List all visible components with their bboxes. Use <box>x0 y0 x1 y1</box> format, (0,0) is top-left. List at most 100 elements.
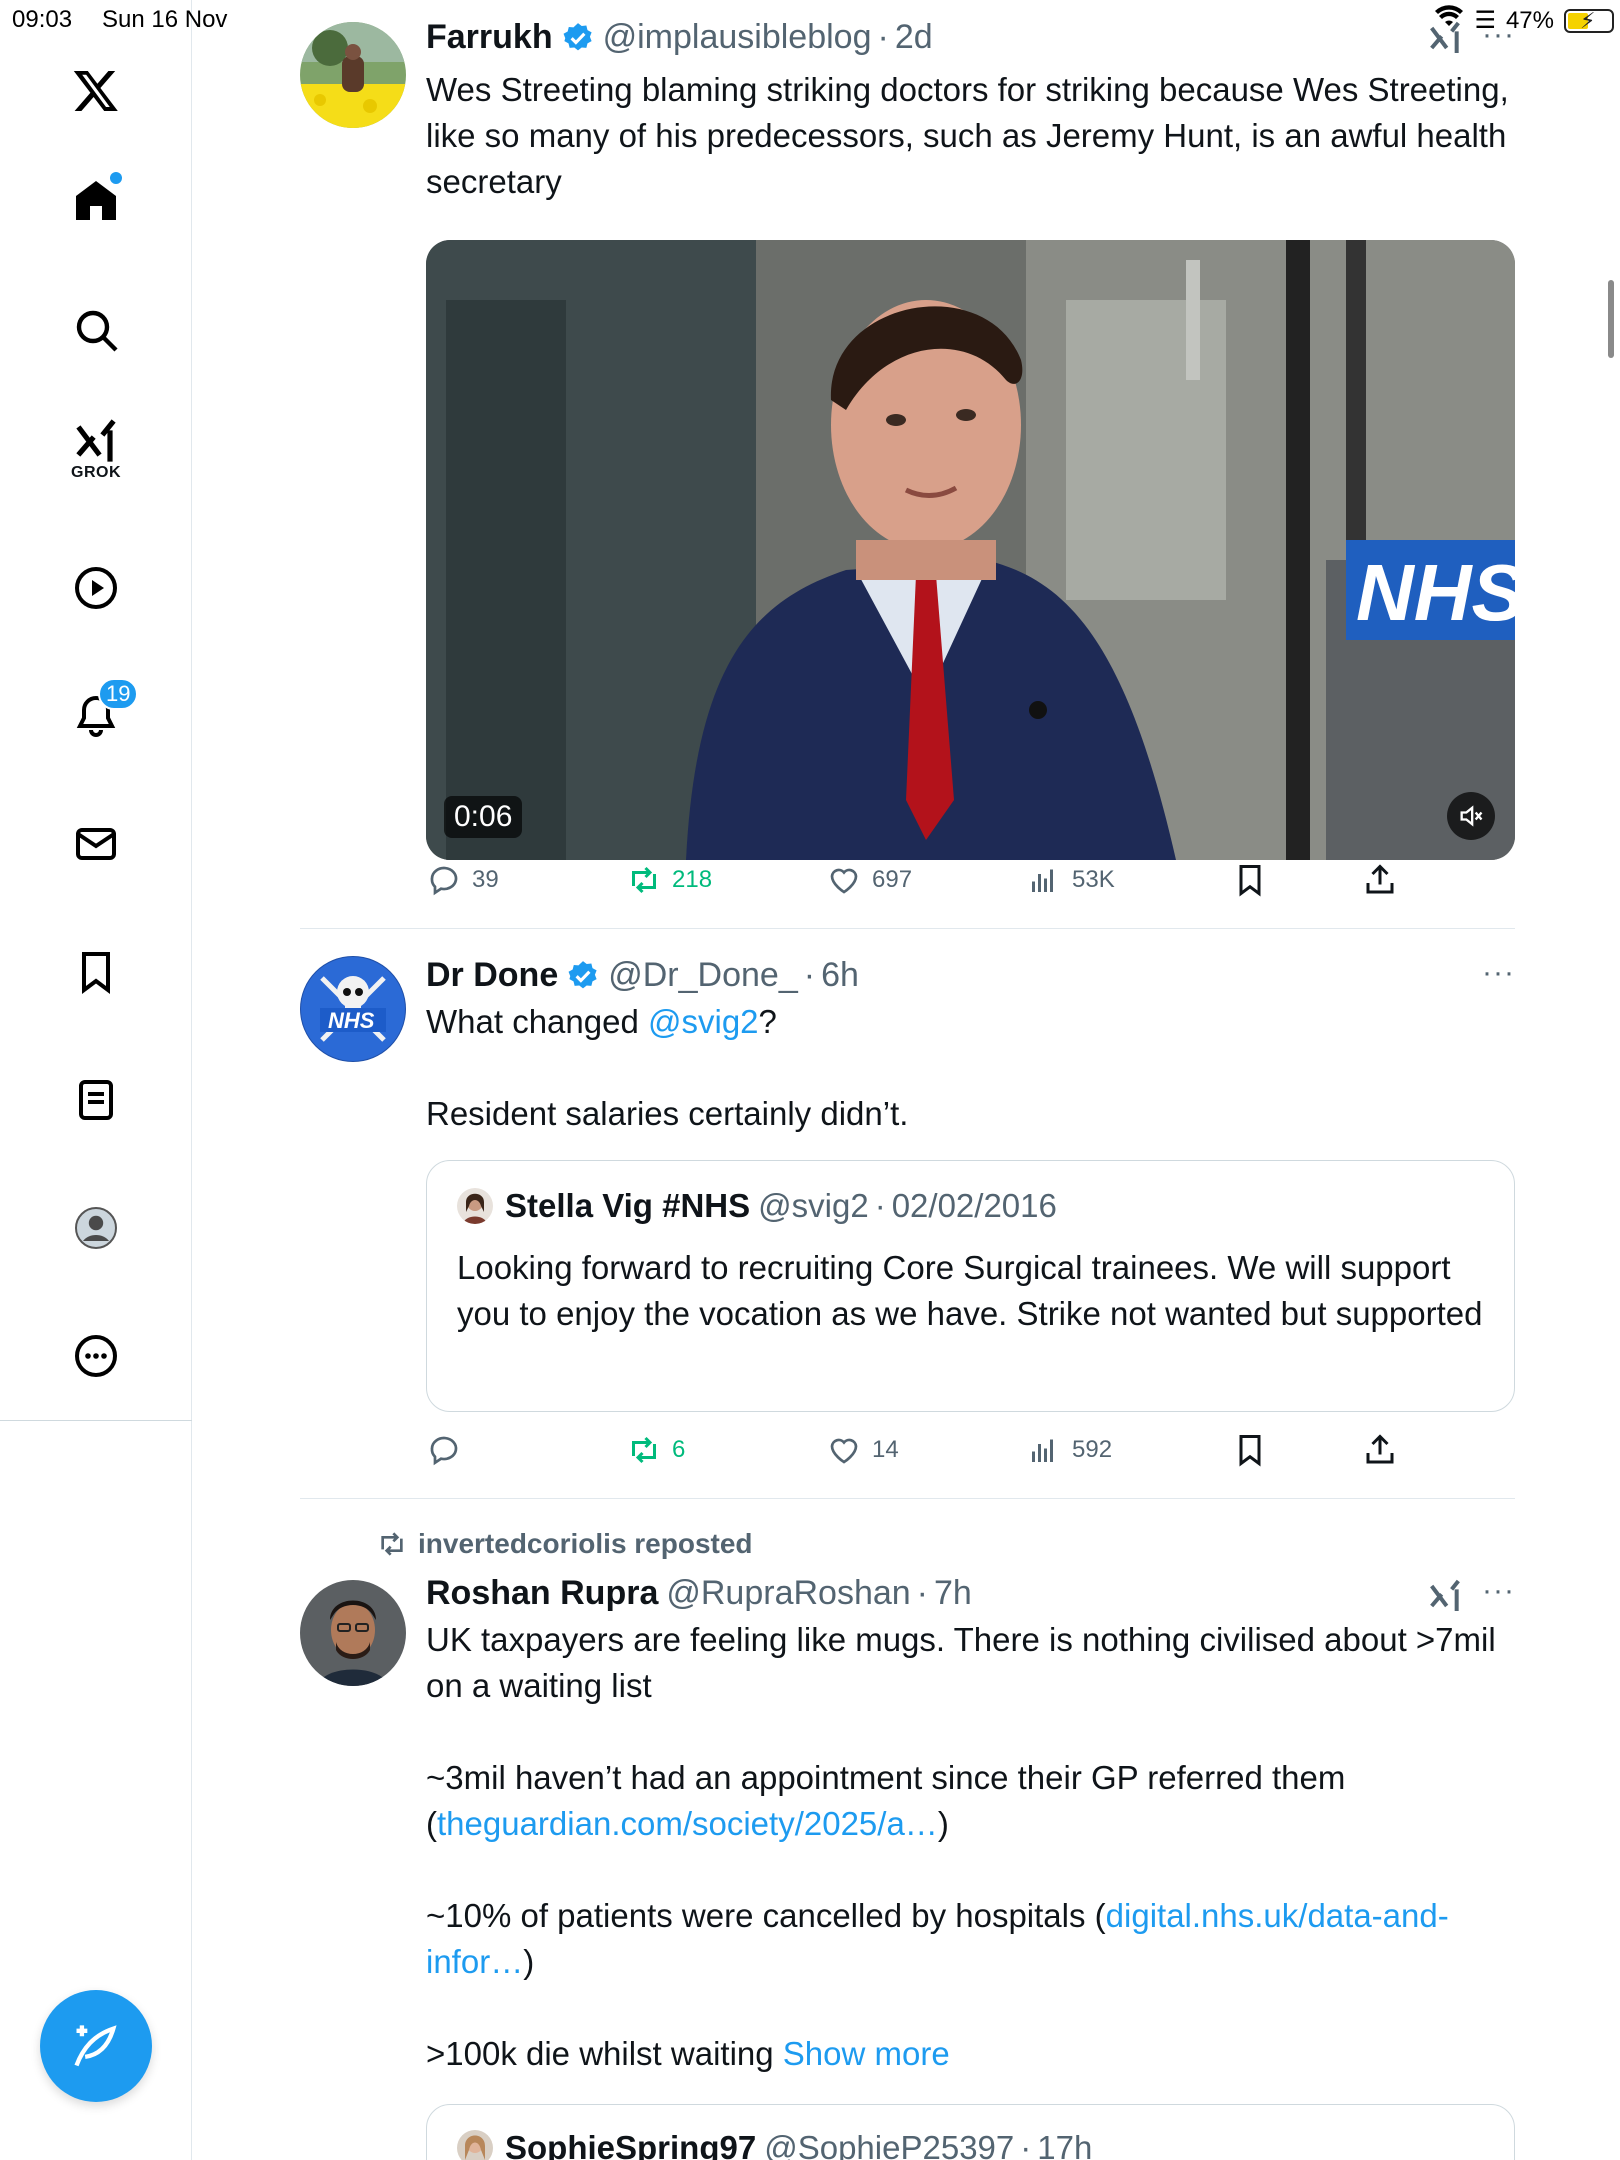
tweet-paragraph-1: UK taxpayers are feeling like mugs. Ther… <box>426 1621 1496 1704</box>
heart-icon <box>830 1438 858 1464</box>
bookmark-button[interactable] <box>1232 1432 1268 1468</box>
status-time: 09:03 <box>12 6 73 33</box>
x-logo-icon[interactable] <box>56 50 136 130</box>
repost-button[interactable]: 6 <box>626 1432 685 1468</box>
sidebar-item-more[interactable] <box>56 1316 136 1396</box>
quote-author-handle[interactable]: @SophieP25397 <box>764 2129 1014 2160</box>
quote-time: 17h <box>1037 2129 1093 2160</box>
status-right: ☰ 47% ⚡ <box>1434 4 1614 37</box>
author-name[interactable]: Dr Done <box>426 956 558 995</box>
quote-text: Looking forward to recruiting Core Surgi… <box>457 1249 1483 1332</box>
repost-button[interactable]: 218 <box>626 862 712 898</box>
tweet-text-line2: Resident salaries certainly didn’t. <box>426 1095 909 1132</box>
repost-count: 218 <box>672 866 713 893</box>
sidebar-item-lists[interactable] <box>56 1060 136 1140</box>
bookmark-icon <box>1239 1435 1261 1467</box>
verified-badge-icon <box>568 960 597 988</box>
avatar-roshan-rupra[interactable] <box>300 1580 406 1686</box>
more-circle-icon <box>75 1335 117 1377</box>
more-options-icon[interactable]: ··· <box>1482 1574 1515 1608</box>
speaker-muted-icon <box>1460 805 1483 827</box>
reposted-by-label: invertedcoriolis reposted <box>418 1528 753 1559</box>
quoted-tweet[interactable]: Stella Vig #NHS @svig2 · 02/02/2016 Look… <box>426 1160 1515 1412</box>
author-handle[interactable]: @Dr_Done_ <box>608 956 798 995</box>
quote-avatar <box>457 2130 493 2160</box>
sidebar-item-grok[interactable]: GROK <box>56 412 136 492</box>
tweet-body: Farrukh @implausibleblog · 2d Wes Street… <box>426 18 1515 205</box>
avatar-dr-done[interactable]: NHS <box>300 956 406 1062</box>
quote-author-name[interactable]: SophieSpring97 <box>505 2129 756 2160</box>
sidebar-item-notifications[interactable]: 19 <box>56 676 139 756</box>
status-bar: 09:03 Sun 16 Nov ☰ 47% ⚡ <box>0 0 1620 40</box>
tweet-paragraph-2: ~3mil haven’t had an appointment since t… <box>426 1755 1515 1847</box>
compose-post-button[interactable] <box>40 1990 152 2102</box>
show-more-link[interactable]: Show more <box>783 2035 950 2072</box>
feather-plus-icon <box>74 2025 117 2067</box>
reply-count: 39 <box>472 866 499 893</box>
tweet-text-part: What changed <box>426 1003 648 1040</box>
repost-icon <box>381 1532 403 1556</box>
share-button[interactable] <box>1362 862 1398 898</box>
quote-author-handle[interactable]: @svig2 <box>758 1187 869 1225</box>
mention-link[interactable]: @svig2 <box>648 1003 759 1040</box>
sidebar-item-profile[interactable] <box>56 1188 136 1268</box>
quote-header: Stella Vig #NHS @svig2 · 02/02/2016 <box>457 1187 1057 1225</box>
reply-button[interactable] <box>426 1432 472 1468</box>
heart-icon <box>830 868 858 894</box>
grok-explain-icon[interactable] <box>1425 1576 1465 1616</box>
tweet-header: Roshan Rupra @RupraRoshan · 7h <box>426 1574 1515 1613</box>
battery-icon: ⚡ <box>1564 8 1614 33</box>
repost-count: 6 <box>672 1436 686 1463</box>
quote-author-name[interactable]: Stella Vig #NHS <box>505 1187 750 1225</box>
tweet-text-part: ~3mil haven’t had an appointment since t… <box>426 1759 1346 1796</box>
views-count: 53K <box>1072 866 1115 893</box>
list-status-icon: ☰ <box>1474 7 1496 34</box>
video-duration: 0:06 <box>444 796 523 838</box>
more-options-icon[interactable]: ··· <box>1482 956 1515 990</box>
avatar-nhs-text: NHS <box>328 1008 375 1033</box>
list-icon <box>79 1080 113 1120</box>
bookmark-button[interactable] <box>1232 862 1268 898</box>
author-handle[interactable]: @RupraRoshan <box>666 1574 910 1613</box>
quoted-tweet[interactable]: SophieSpring97 @SophieP25397 · 17h <box>426 2104 1515 2160</box>
author-name[interactable]: Roshan Rupra <box>426 1574 658 1613</box>
sidebar-item-video[interactable] <box>56 548 136 628</box>
sidebar-divider <box>0 1420 192 1421</box>
tweet-text-part: >100k die whilst waiting <box>426 2035 783 2072</box>
wifi-icon <box>1434 4 1464 37</box>
guardian-link[interactable]: theguardian.com/society/2025/a… <box>437 1805 938 1842</box>
video-player[interactable]: NHS 0:06 <box>426 240 1515 860</box>
views-button[interactable]: 53K <box>1026 862 1115 898</box>
separator-dot: · <box>1020 2129 1032 2160</box>
tweet-text: Wes Streeting blaming striking doctors f… <box>426 71 1509 200</box>
reply-icon <box>430 866 458 896</box>
tweet-text: What changed @svig2? <box>426 999 1515 1045</box>
share-icon <box>1366 1434 1394 1464</box>
like-button[interactable]: 14 <box>826 1432 899 1468</box>
repost-icon <box>632 1436 656 1464</box>
tweet-time[interactable]: 7h <box>934 1574 972 1613</box>
views-button[interactable]: 592 <box>1026 1432 1112 1468</box>
share-button[interactable] <box>1362 1432 1398 1468</box>
reply-button[interactable]: 39 <box>426 862 499 898</box>
like-count: 14 <box>872 1436 899 1463</box>
sidebar-item-explore[interactable] <box>56 290 136 370</box>
reply-icon <box>430 1436 458 1466</box>
tweet-body: Roshan Rupra @RupraRoshan · 7h UK taxpay… <box>426 1574 1515 2077</box>
reposted-by[interactable]: invertedcoriolis reposted <box>376 1528 753 1560</box>
like-button[interactable]: 697 <box>826 862 912 898</box>
views-chart-icon <box>1032 869 1053 892</box>
mute-button[interactable] <box>1447 792 1495 840</box>
tweet-divider <box>300 1498 1515 1499</box>
bookmark-icon <box>1239 865 1261 897</box>
scrollbar-thumb[interactable] <box>1608 280 1614 358</box>
tweet-time[interactable]: 6h <box>821 956 859 995</box>
separator-dot: · <box>803 956 816 994</box>
sidebar-item-home[interactable] <box>56 160 136 240</box>
grok-label: GROK <box>71 464 121 481</box>
tweet-paragraph-3: ~10% of patients were cancelled by hospi… <box>426 1893 1515 1985</box>
sidebar-item-bookmarks[interactable] <box>56 932 136 1012</box>
share-icon <box>1366 864 1394 894</box>
sidebar-item-messages[interactable] <box>56 804 136 884</box>
repost-icon <box>632 866 656 894</box>
